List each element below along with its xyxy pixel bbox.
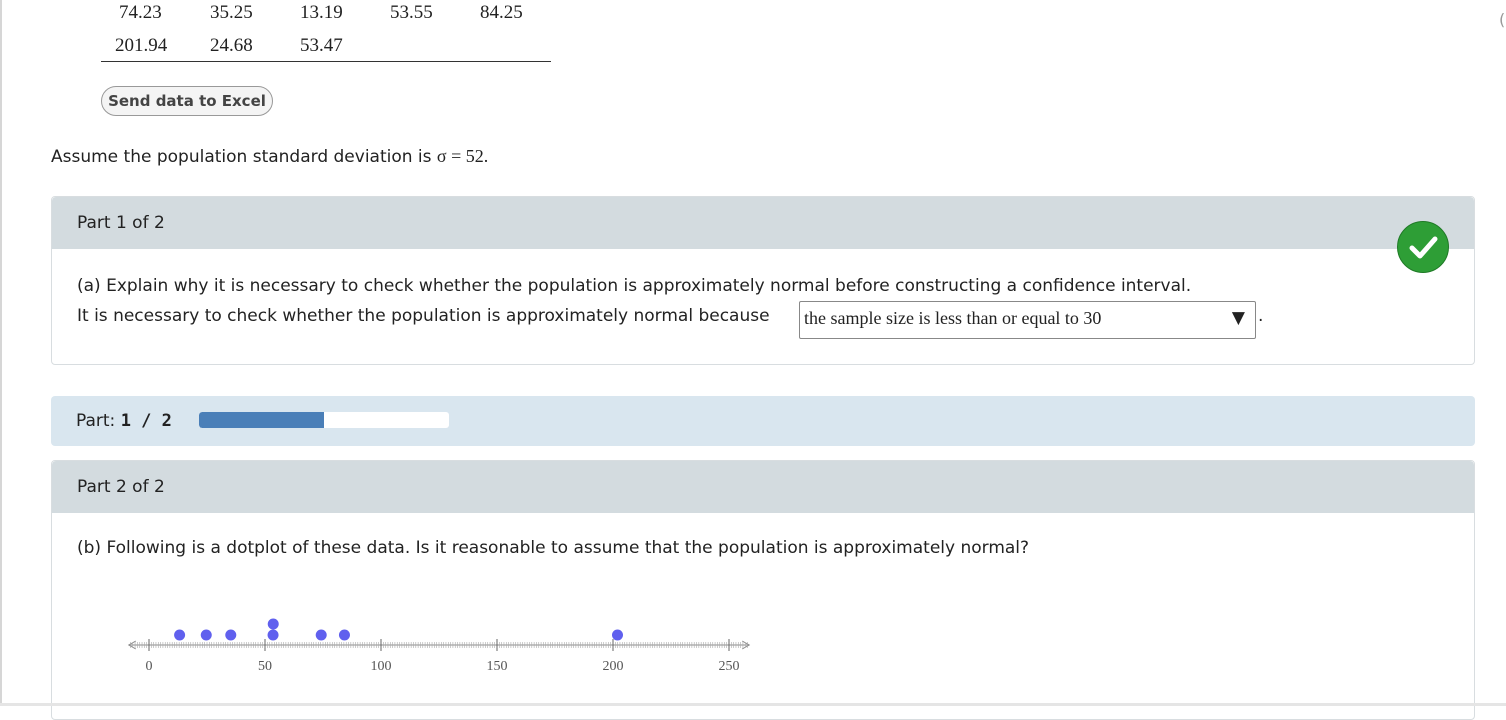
- tick-label: 50: [258, 659, 272, 674]
- part1-header: Part 1 of 2: [52, 197, 1474, 249]
- scroll-edge-glyph: (: [1499, 10, 1506, 29]
- answer-dropdown[interactable]: the sample size is less than or equal to…: [799, 301, 1256, 339]
- table-cell: 74.23: [119, 2, 162, 23]
- table-cell: 13.19: [300, 2, 343, 23]
- question-a: (a) Explain why it is necessary to check…: [77, 276, 1192, 296]
- trailing-period: .: [1258, 306, 1264, 326]
- data-point: [612, 629, 624, 641]
- tick-label: 200: [603, 659, 624, 674]
- sigma-value: σ = 52.: [436, 146, 489, 166]
- part2-heading: Part 2 of 2: [77, 477, 165, 497]
- tick-label: 100: [371, 659, 392, 674]
- progress-track: [199, 412, 449, 428]
- left-border: [0, 0, 2, 706]
- table-cell: 84.25: [480, 2, 523, 23]
- table-cell: 53.47: [300, 35, 343, 56]
- tick-label: 150: [487, 659, 508, 674]
- table-cell: 53.55: [390, 2, 433, 23]
- progress-value: 1 / 2: [120, 411, 172, 431]
- tick-label: 250: [719, 659, 740, 674]
- progress-panel: Part: 1 / 2: [51, 396, 1475, 446]
- selected-answer: the sample size is less than or equal to…: [804, 308, 1101, 329]
- part2-header: Part 2 of 2: [52, 461, 1474, 513]
- table-cell: 35.25: [210, 2, 253, 23]
- progress-label: Part: 1 / 2: [76, 411, 172, 431]
- table-cell: 24.68: [210, 35, 253, 56]
- table-row: 74.23 35.25 13.19 53.55 84.25: [101, 0, 551, 33]
- table-divider: [101, 61, 551, 62]
- data-point: [267, 618, 279, 630]
- assumption-prefix: Assume the population standard deviation…: [51, 147, 437, 167]
- part1-heading: Part 1 of 2: [77, 213, 165, 233]
- progress-prefix: Part:: [76, 411, 121, 431]
- question-b: (b) Following is a dotplot of these data…: [77, 538, 1030, 558]
- chevron-down-icon: ▼: [1231, 308, 1245, 328]
- data-point: [225, 629, 237, 641]
- answer-prompt: It is necessary to check whether the pop…: [77, 306, 770, 326]
- data-point: [338, 629, 350, 641]
- data-point: [267, 629, 279, 641]
- data-table: 74.23 35.25 13.19 53.55 84.25 201.94 24.…: [101, 0, 551, 66]
- check-icon: [1397, 221, 1449, 273]
- table-cell: 201.94: [115, 35, 168, 56]
- part2-panel: Part 2 of 2: [51, 460, 1475, 720]
- assumption-text: Assume the population standard deviation…: [51, 146, 488, 167]
- progress-fill: [199, 412, 324, 428]
- dotplot-chart: 0 50 100 150 200 250: [127, 618, 751, 674]
- tick-label: 0: [146, 659, 153, 674]
- data-point: [174, 629, 186, 641]
- data-point: [200, 629, 212, 641]
- selected-answer-label: the sample size is less than or equal to…: [804, 308, 1102, 328]
- data-point: [315, 629, 327, 641]
- send-to-excel-button[interactable]: Send data to Excel: [101, 86, 273, 116]
